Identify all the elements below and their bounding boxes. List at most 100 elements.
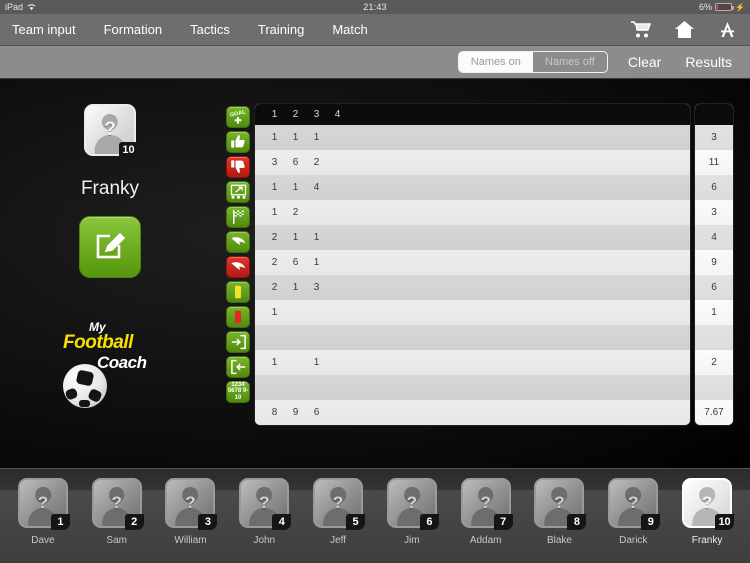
table-row[interactable]: 111 — [255, 125, 690, 150]
table-row[interactable]: 12 — [255, 200, 690, 225]
squad-player-number: 5 — [346, 514, 366, 530]
sub-toolbar: Names on Names off Clear Results — [0, 46, 750, 79]
names-off-option[interactable]: Names off — [533, 52, 607, 72]
squad-player-william[interactable]: ? 3 William — [154, 478, 228, 546]
edit-player-button[interactable] — [79, 216, 141, 278]
stat-icon-corner-flag[interactable] — [224, 204, 252, 229]
cell-value[interactable]: 1 — [306, 232, 327, 243]
nav-tactics[interactable]: Tactics — [190, 22, 244, 37]
cell-value[interactable]: 1 — [264, 307, 285, 318]
stat-icon-pass-diagram[interactable] — [224, 179, 252, 204]
stat-icon-goal-plus[interactable]: GOAL — [224, 104, 252, 129]
table-row[interactable]: 213 — [255, 275, 690, 300]
home-icon[interactable] — [674, 20, 695, 39]
stat-icon-yellow-card[interactable] — [224, 279, 252, 304]
names-toggle[interactable]: Names on Names off — [457, 51, 608, 73]
battery-icon — [715, 3, 735, 11]
shopping-cart-icon[interactable] — [630, 20, 652, 39]
cell-value[interactable]: 1 — [264, 357, 285, 368]
stat-icon-thumbs-down[interactable] — [224, 154, 252, 179]
cell-value[interactable]: 2 — [264, 257, 285, 268]
squad-player-franky[interactable]: ? 10 Franky — [670, 478, 744, 546]
cell-value[interactable]: 1 — [306, 257, 327, 268]
cell-value[interactable]: 1 — [264, 182, 285, 193]
nav-formation[interactable]: Formation — [104, 22, 177, 37]
cell-value[interactable]: 6 — [306, 407, 327, 418]
cell-value[interactable]: 4 — [306, 182, 327, 193]
squad-player-addam[interactable]: ? 7 Addam — [449, 478, 523, 546]
squad-player-number: 9 — [641, 514, 661, 530]
stat-icon-thumbs-up[interactable] — [224, 129, 252, 154]
player-name: Franky — [80, 178, 140, 199]
nav-match[interactable]: Match — [332, 22, 381, 37]
cell-value[interactable]: 3 — [264, 157, 285, 168]
squad-player-darick[interactable]: ? 9 Darick — [596, 478, 670, 546]
clear-button[interactable]: Clear — [624, 54, 665, 70]
app-store-icon[interactable] — [717, 20, 738, 39]
column-header-1: 1 — [271, 109, 278, 120]
table-row[interactable]: 896 — [255, 400, 690, 425]
squad-player-dave[interactable]: ? 1 Dave — [6, 478, 80, 546]
squad-player-jim[interactable]: ? 6 Jim — [375, 478, 449, 546]
cell-value[interactable]: 1 — [306, 132, 327, 143]
logo-line-football: Football — [63, 332, 133, 353]
table-row[interactable] — [255, 375, 690, 400]
nav-training[interactable]: Training — [258, 22, 318, 37]
cell-value[interactable]: 2 — [285, 207, 306, 218]
cell-value[interactable]: 1 — [306, 357, 327, 368]
squad-player-name: Jim — [404, 535, 420, 546]
stat-icon-shot-off-target[interactable] — [224, 254, 252, 279]
cell-value[interactable]: 1 — [264, 207, 285, 218]
cell-value[interactable]: 2 — [264, 282, 285, 293]
avatar-question-icon: ? — [259, 493, 270, 512]
squad-player-john[interactable]: ? 4 John — [227, 478, 301, 546]
table-row[interactable]: 1 — [255, 300, 690, 325]
total-value — [695, 375, 733, 400]
cell-value[interactable]: 1 — [285, 182, 306, 193]
cell-value[interactable]: 1 — [285, 232, 306, 243]
cell-value[interactable]: 2 — [264, 232, 285, 243]
total-value: 9 — [695, 250, 733, 275]
squad-player-sam[interactable]: ? 2 Sam — [80, 478, 154, 546]
avatar-question-icon: ? — [104, 119, 116, 140]
cell-value[interactable]: 3 — [306, 282, 327, 293]
squad-player-blake[interactable]: ? 8 Blake — [523, 478, 597, 546]
avatar-question-icon: ? — [185, 493, 196, 512]
squad-player-number: 8 — [567, 514, 587, 530]
avatar-question-icon: ? — [701, 493, 713, 512]
table-row[interactable]: 11 — [255, 350, 690, 375]
stat-icon-sub-on[interactable] — [224, 329, 252, 354]
squad-player-name: William — [174, 535, 207, 546]
cell-value[interactable]: 9 — [285, 407, 306, 418]
cell-value[interactable]: 6 — [285, 157, 306, 168]
squad-player-name: Sam — [106, 535, 127, 546]
stats-grid: 1 2 3 4 11136211412211261213111896 — [255, 104, 690, 425]
cell-value[interactable]: 2 — [306, 157, 327, 168]
stat-icon-red-card[interactable] — [224, 304, 252, 329]
cell-value[interactable]: 1 — [264, 132, 285, 143]
table-row[interactable] — [255, 325, 690, 350]
logo-line-coach: Coach — [97, 353, 147, 372]
table-row[interactable]: 362 — [255, 150, 690, 175]
cell-value[interactable]: 6 — [285, 257, 306, 268]
selected-player-card[interactable]: ? 10 — [84, 104, 138, 158]
names-on-option[interactable]: Names on — [458, 52, 533, 72]
table-row[interactable]: 114 — [255, 175, 690, 200]
total-value: 11 — [695, 150, 733, 175]
nav-team-input[interactable]: Team input — [12, 22, 90, 37]
squad-player-name: Addam — [469, 535, 502, 546]
avatar-question-icon: ? — [111, 493, 122, 512]
cell-value[interactable]: 8 — [264, 407, 285, 418]
cell-value[interactable]: 1 — [285, 132, 306, 143]
results-button[interactable]: Results — [681, 54, 736, 70]
table-row[interactable]: 211 — [255, 225, 690, 250]
stat-icons-column: GOAL 1234 5678 9-10 — [224, 104, 254, 404]
cell-value[interactable]: 1 — [285, 282, 306, 293]
table-row[interactable]: 261 — [255, 250, 690, 275]
stat-icon-sub-off[interactable] — [224, 354, 252, 379]
stat-icon-shot-on-target[interactable] — [224, 229, 252, 254]
stat-icon-rating-scale[interactable]: 1234 5678 9-10 — [224, 379, 252, 404]
column-header-3: 3 — [313, 109, 320, 120]
squad-player-jeff[interactable]: ? 5 Jeff — [301, 478, 375, 546]
total-value — [695, 325, 733, 350]
